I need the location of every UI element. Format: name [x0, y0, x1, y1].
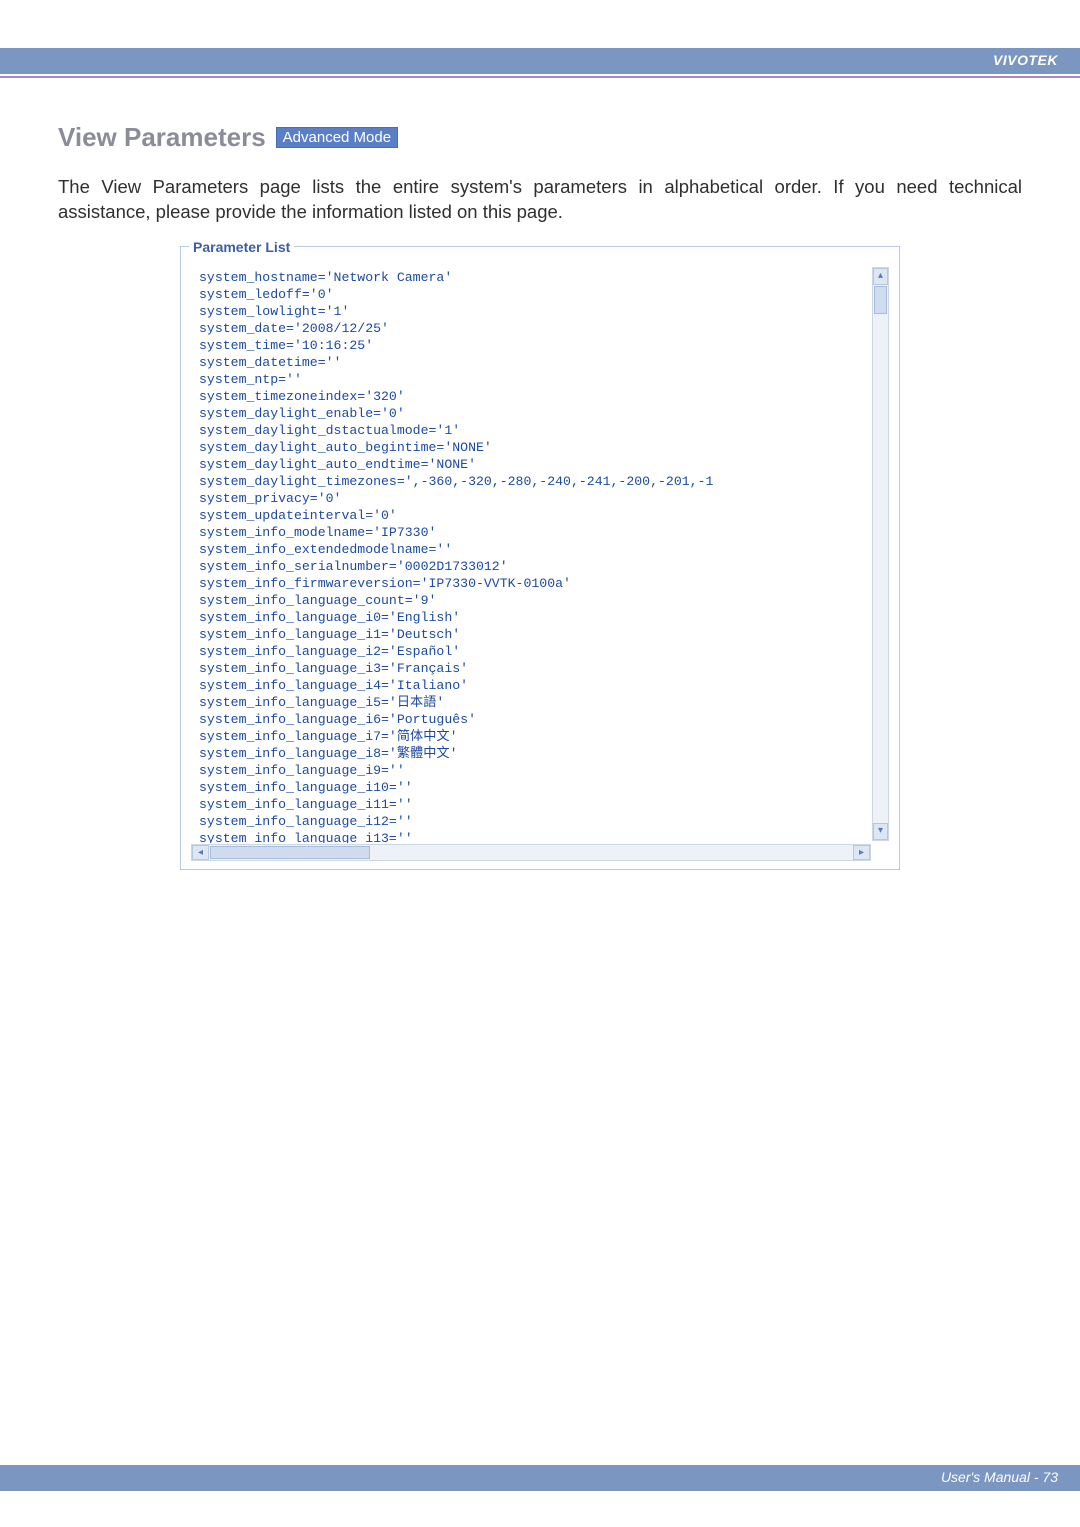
mode-badge: Advanced Mode [276, 127, 398, 148]
footer-text: User's Manual - 73 [941, 1469, 1058, 1485]
parameter-panel: Parameter List system_hostname='Network … [180, 239, 900, 870]
horizontal-scroll-thumb[interactable] [210, 846, 370, 859]
footer: User's Manual - 73 [0, 1465, 1080, 1491]
parameter-fieldset: Parameter List system_hostname='Network … [180, 239, 900, 870]
brand-text: VIVOTEK [993, 52, 1058, 68]
scroll-up-icon[interactable]: ▴ [873, 268, 888, 285]
horizontal-scrollbar[interactable]: ◂ ▸ [191, 844, 871, 861]
page: VIVOTEK View Parameters Advanced Mode Th… [0, 0, 1080, 1527]
parameter-listbox[interactable]: system_hostname='Network Camera' system_… [189, 265, 891, 863]
parameter-lines: system_hostname='Network Camera' system_… [189, 265, 891, 843]
scroll-down-icon[interactable]: ▾ [873, 823, 888, 840]
header: VIVOTEK [0, 0, 1080, 78]
vertical-scrollbar[interactable]: ▴ ▾ [872, 267, 889, 841]
vertical-scroll-thumb[interactable] [874, 286, 887, 314]
page-title: View Parameters [58, 122, 266, 153]
intro-text: The View Parameters page lists the entir… [58, 175, 1022, 225]
content: View Parameters Advanced Mode The View P… [0, 78, 1080, 870]
parameter-legend: Parameter List [189, 239, 294, 255]
scroll-right-icon[interactable]: ▸ [853, 845, 870, 860]
horizontal-scroll-track[interactable] [210, 846, 852, 859]
title-row: View Parameters Advanced Mode [58, 122, 1022, 153]
header-stripe: VIVOTEK [0, 48, 1080, 74]
scroll-left-icon[interactable]: ◂ [192, 845, 209, 860]
